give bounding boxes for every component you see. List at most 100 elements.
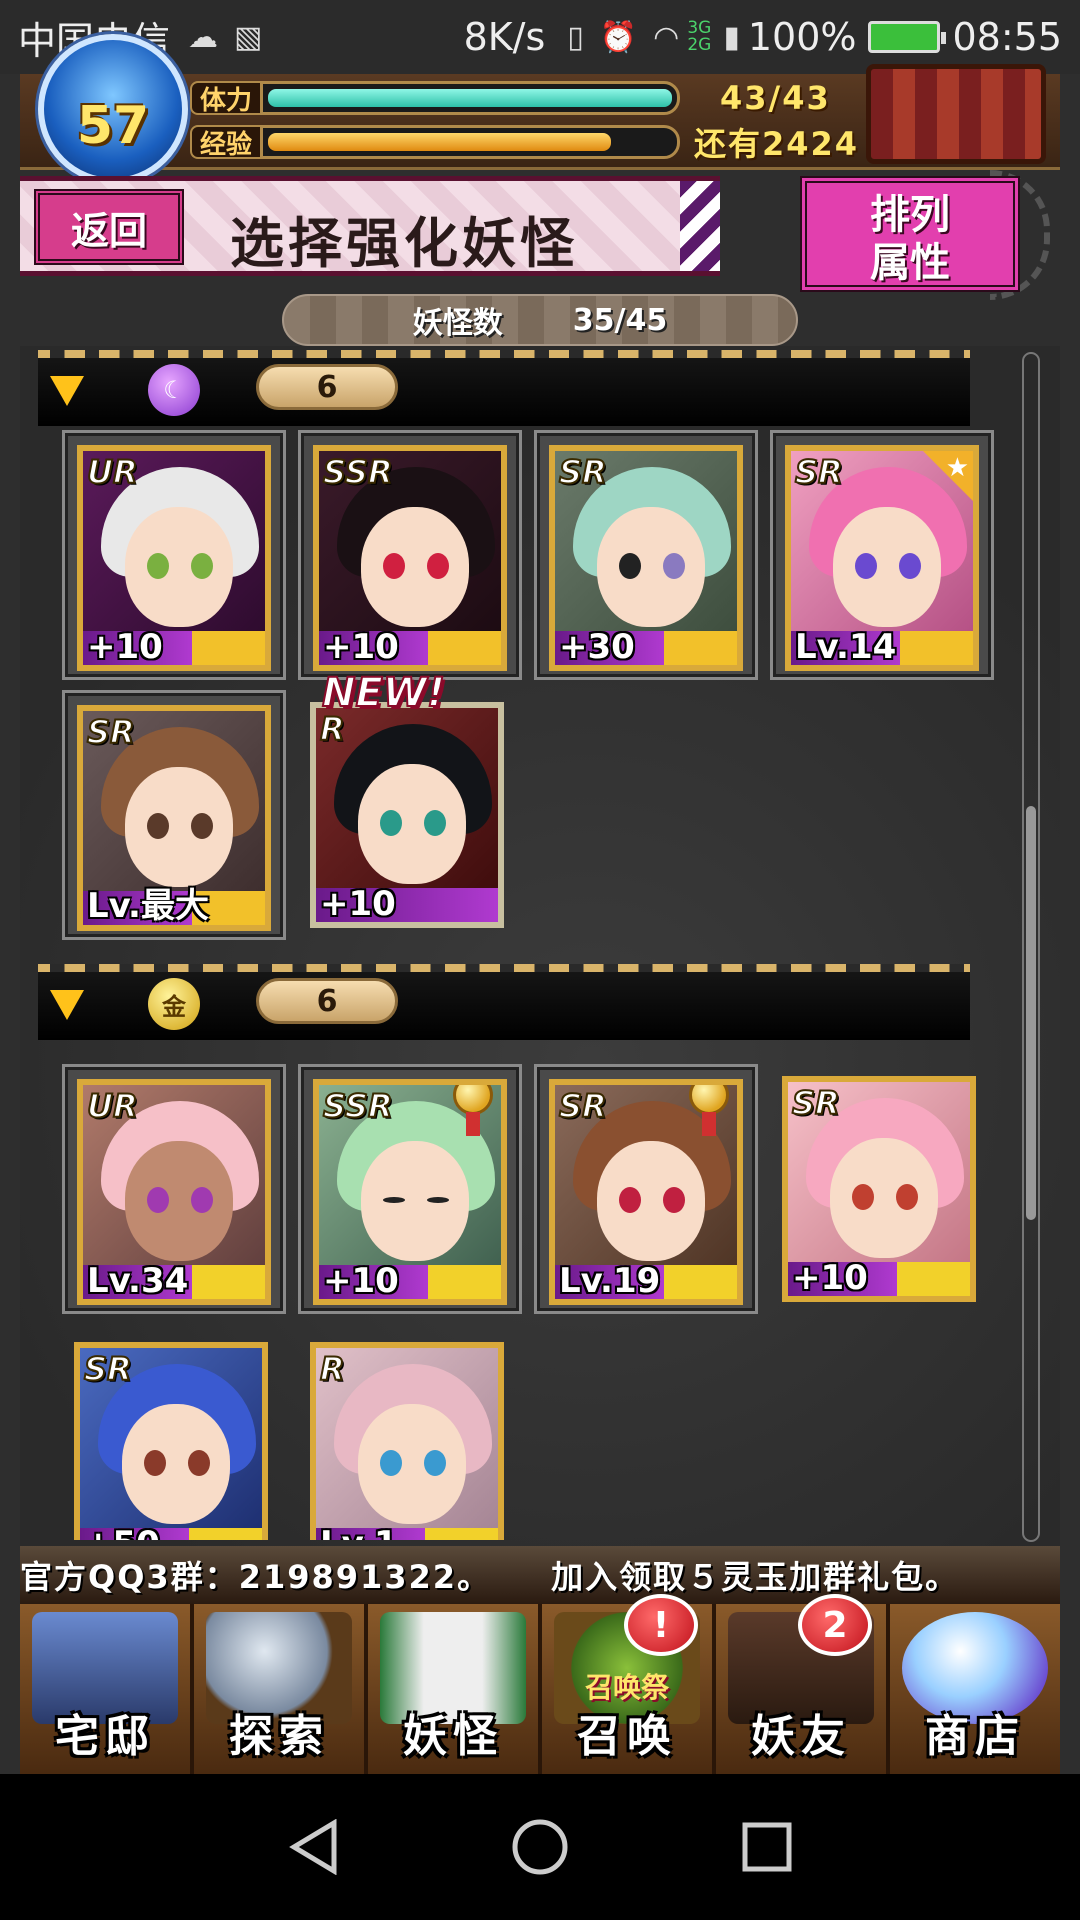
alarm-icon: ⏰ [599,19,638,55]
announcement-ticker: 官方QQ3群：219891322。 加入领取５灵玉加群礼包。 [20,1546,1060,1604]
card-slot[interactable]: ★ SR Lv.14 [770,430,994,680]
card-slot[interactable]: SR +50 [62,1330,286,1540]
card-slot[interactable]: SR +30 [534,430,758,680]
card-caption: +10 [323,1261,399,1301]
level-orb[interactable]: 57 [38,34,188,184]
page-title: 选择强化妖怪 [230,212,578,275]
card-slot[interactable]: SR Lv.最大 [62,690,286,940]
card-slot[interactable]: SSR +10 [298,430,522,680]
monster-card[interactable]: ★ SR Lv.14 [785,445,979,671]
purple-moon-emblem-icon: ☾ [148,364,200,416]
nav-mansion[interactable]: 宅邸 [20,1604,194,1774]
nav-label: 商店 [925,1711,1025,1762]
rarity-badge: UR [86,1086,139,1126]
card-slot[interactable]: R Lv.1 [298,1330,522,1540]
card-caption: Lv.19 [559,1261,661,1301]
rarity-badge: SR [558,452,608,492]
monster-card[interactable]: UR +10 [77,445,271,671]
vibrate-icon: ▯ [567,19,584,55]
battery-icon [868,21,947,53]
recents-square-icon[interactable] [737,1817,797,1877]
card-caption: Lv.1 [320,1524,398,1540]
weather-icon: ☁ [188,19,219,55]
player-header: 57 体力 43/43 经验 还有2424 [20,34,1060,184]
exp-row: 经验 还有2424 [190,122,860,163]
nav-explore[interactable]: 探索 [194,1604,368,1774]
monster-count-label: 妖怪数 [412,306,503,341]
nav-monster[interactable]: 妖怪 [368,1604,542,1774]
nav-label: 宅邸 [55,1711,155,1762]
ticker-right: 加入领取５灵玉加群礼包。 [551,1558,960,1596]
system-nav-bar [0,1774,1080,1920]
monster-card[interactable]: SR +30 [549,445,743,671]
battery-percent: 100% [747,15,857,59]
card-slot[interactable]: R +10 NEW! [298,669,522,940]
back-triangle-icon[interactable] [283,1817,343,1877]
nav-label: 召唤 [577,1711,677,1762]
rarity-badge: UR [86,452,139,492]
exp-fill [268,133,612,151]
collapse-arrow-icon[interactable] [50,376,84,406]
back-button[interactable]: 返回 [34,189,184,265]
group-header-moon[interactable]: ☾ 6 [38,350,970,426]
sort-button[interactable]: 排列 属性 [800,176,1020,292]
game-screen: 中国电信 ☁ ▧ 8K/s ▯ ⏰ ◠ 3G 2G ▮ 100% 08:55 5… [0,0,1080,1920]
card-slot[interactable]: SSR +10 [298,1064,522,1314]
card-caption: +30 [559,627,635,667]
rarity-badge: R [319,1349,346,1389]
monster-card[interactable]: UR Lv.34 [77,1079,271,1305]
monster-card[interactable]: SR +10 [782,1076,976,1302]
nav-shop[interactable]: 商店 [890,1604,1060,1774]
nav-label: 探索 [229,1711,329,1762]
gallery-icon: ▧ [234,19,263,55]
card-slot[interactable]: UR Lv.34 [62,1064,286,1314]
card-caption: +10 [320,884,396,924]
monster-card[interactable]: R +10 [310,702,504,928]
card-caption: +50 [84,1524,160,1540]
card-caption: Lv.14 [795,627,897,667]
monster-card[interactable]: SR Lv.19 [549,1079,743,1305]
nav-summon[interactable]: 召唤祭 召唤 ! [542,1594,716,1774]
card-caption: Lv.最大 [87,886,209,926]
monster-count-bar: 妖怪数 35/45 [282,294,798,346]
star-icon: ★ [923,451,973,501]
card-slot[interactable]: UR +10 [62,430,286,680]
collapse-arrow-icon[interactable] [50,990,84,1020]
card-caption: +10 [87,627,163,667]
group-count: 6 [256,364,398,410]
card-slot[interactable]: SR +10 [770,1064,994,1314]
stamina-value: 43/43 [720,79,831,117]
home-circle-icon[interactable] [510,1817,570,1877]
rarity-badge: SR [558,1086,608,1126]
monster-card[interactable]: SSR +10 [313,1079,507,1305]
monster-card[interactable]: SR Lv.最大 [77,705,271,931]
treasure-chest-icon[interactable] [866,64,1046,164]
rarity-badge: SR [83,1349,133,1389]
stamina-label: 体力 [190,81,260,116]
rarity-badge: SR [794,452,844,492]
card-caption: Lv.34 [87,1261,189,1301]
notification-badge: 2 [798,1594,872,1656]
rarity-badge: SR [791,1083,841,1123]
stamina-row: 体力 43/43 [190,78,831,118]
monster-list[interactable]: ☾ 6 UR +10 SSR +10 SR +30 ★ SR Lv.14 SR … [36,350,1026,1540]
monster-card[interactable]: R Lv.1 [310,1342,504,1540]
exp-bar [260,125,680,159]
exp-label: 经验 [190,125,260,160]
monster-card[interactable]: SSR +10 [313,445,507,671]
network-type: 3G 2G [687,18,712,55]
bottom-nav: 宅邸 探索 妖怪 召唤祭 召唤 ! 妖友 2 商店 [20,1594,1060,1774]
exp-remaining: 还有2424 [694,125,860,163]
card-caption: +10 [792,1258,868,1298]
player-level: 57 [76,96,150,156]
card-slot[interactable]: SR Lv.19 [534,1064,758,1314]
nav-label: 妖友 [751,1711,851,1762]
nav-friends[interactable]: 妖友 2 [716,1594,890,1774]
monster-count-value: 35/45 [572,302,668,338]
group-header-coin[interactable]: 金 6 [38,964,970,1040]
monster-card[interactable]: SR +50 [74,1342,268,1540]
scrollbar-thumb[interactable] [1026,806,1036,1220]
rarity-badge: SSR [322,1086,394,1126]
rarity-badge: SR [86,712,136,752]
title-bar: 返回 选择强化妖怪 [20,176,720,276]
